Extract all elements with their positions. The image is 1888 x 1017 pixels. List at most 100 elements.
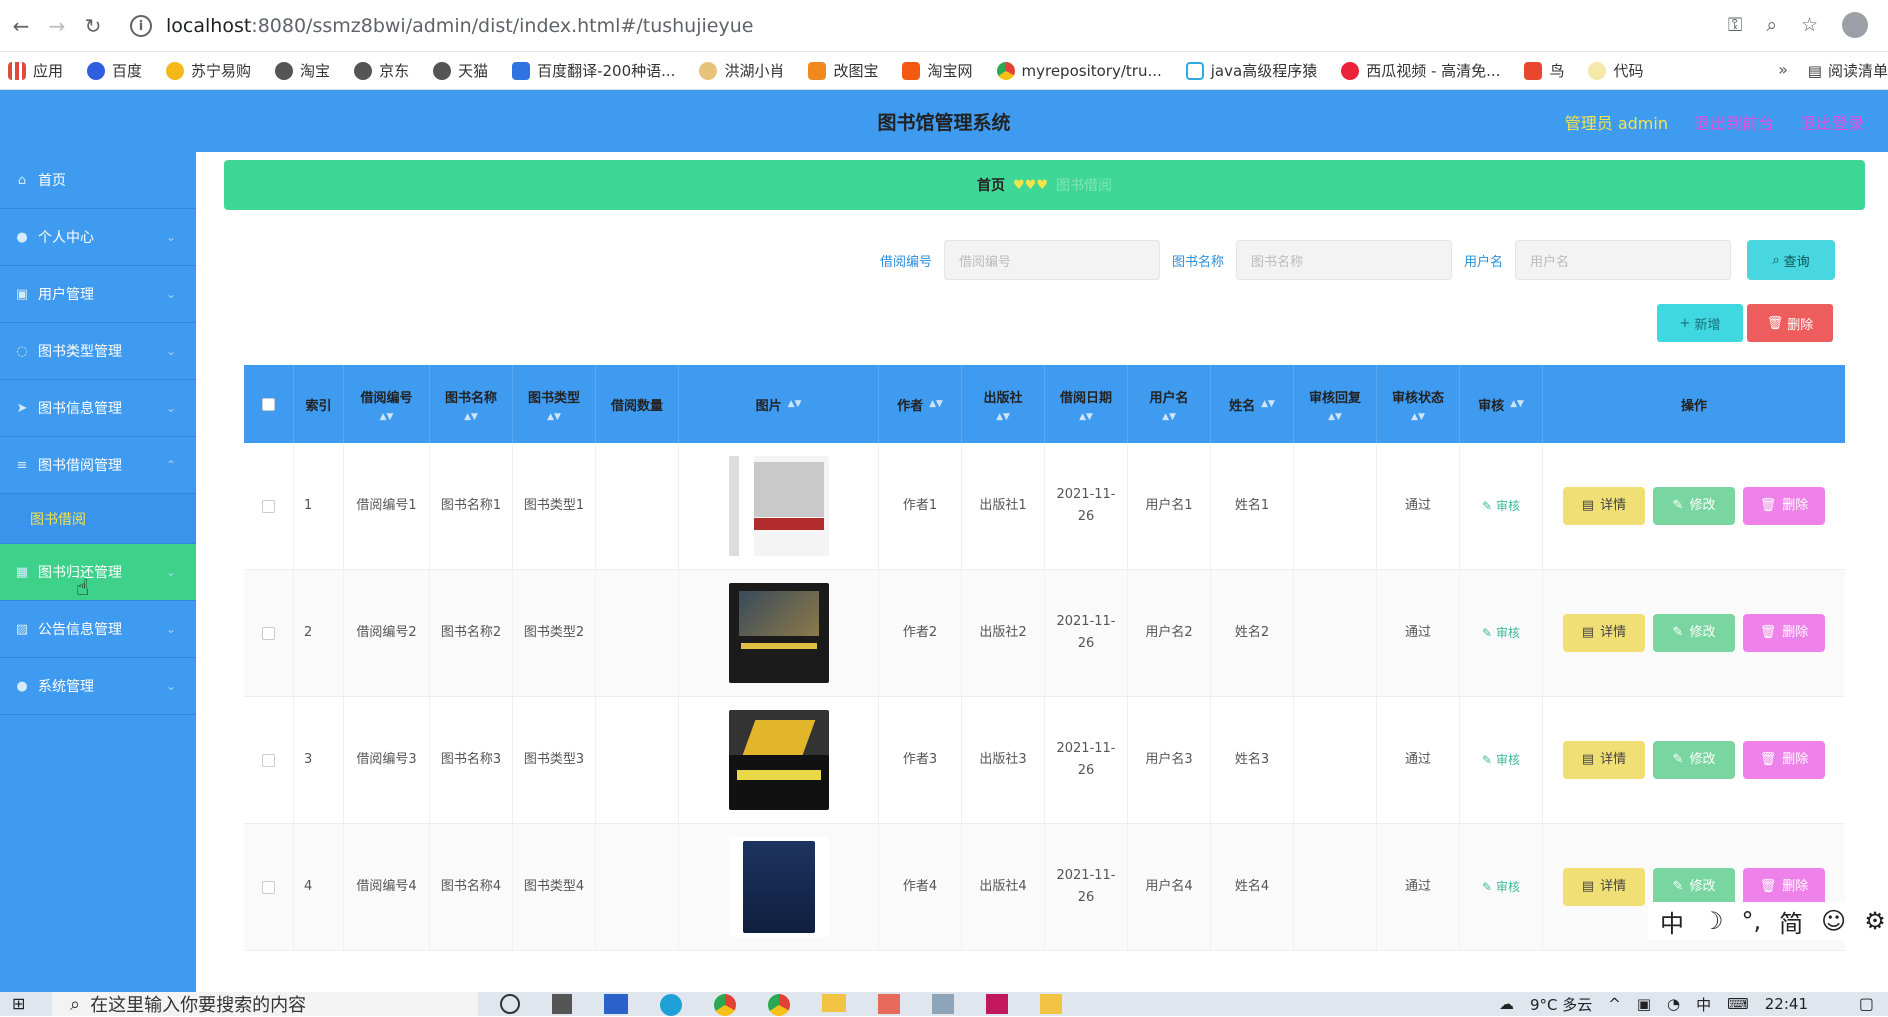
detail-button[interactable]: ▤ 详情 [1563, 741, 1645, 779]
sidebar-item-borrow-mgmt[interactable]: ≡ 图书借阅管理 ⌃ [0, 437, 196, 494]
ime-lang-toggle[interactable]: 中 [1660, 904, 1684, 939]
tray-chevron-icon[interactable]: ^ [1608, 995, 1621, 1013]
add-button[interactable]: + 新增 [1657, 304, 1743, 342]
bookmark-xigua[interactable]: 西瓜视频 - 高清免... [1341, 60, 1500, 81]
audit-link[interactable]: ✎ 审核 [1460, 824, 1543, 950]
address-bar[interactable]: i localhost:8080/ssmz8bwi/admin/dist/ind… [130, 10, 1820, 42]
batch-delete-button[interactable]: 🗑 删除 [1747, 304, 1833, 342]
col-book-type[interactable]: 图书类型 ▲▼ [513, 365, 596, 443]
app-icon-gray[interactable] [932, 994, 954, 1014]
col-borrow-code[interactable]: 借阅编号 ▲▼ [344, 365, 430, 443]
intellij-icon[interactable] [986, 994, 1008, 1014]
col-book-name[interactable]: 图书名称 ▲▼ [430, 365, 513, 443]
reload-icon[interactable]: ↻ [78, 11, 108, 41]
book-cover-image[interactable] [728, 710, 829, 810]
sidebar-item-users[interactable]: ▣ 用户管理 ⌄ [0, 266, 196, 323]
app-icon-blue[interactable] [604, 994, 628, 1014]
bookmark-apps[interactable]: 应用 [8, 60, 63, 81]
col-publisher[interactable]: 出版社 ▲▼ [962, 365, 1045, 443]
emoji-icon[interactable]: ☺ [1821, 907, 1846, 935]
book-name-input[interactable]: 图书名称 [1235, 240, 1452, 280]
sidebar-item-profile[interactable]: ● 个人中心 ⌄ [0, 209, 196, 266]
edge-icon[interactable] [660, 994, 682, 1016]
col-audit[interactable]: 审核 ▲▼ [1460, 365, 1543, 443]
bookmark-taobao[interactable]: 淘宝 [275, 60, 330, 81]
detail-button[interactable]: ▤ 详情 [1563, 614, 1645, 652]
bookmark-daima[interactable]: 代码 [1588, 60, 1644, 81]
app-icon-yellow[interactable] [1040, 994, 1062, 1014]
sidebar-item-book-info[interactable]: ➤ 图书信息管理 ⌄ [0, 380, 196, 437]
col-image[interactable]: 图片 ▲▼ [679, 365, 879, 443]
bookmark-taobaowang[interactable]: 淘宝网 [902, 60, 973, 81]
sidebar-subitem-borrow[interactable]: 图书借阅 [0, 494, 196, 544]
folder-icon[interactable] [822, 994, 846, 1012]
tray-app-icon[interactable]: ▣ [1637, 995, 1651, 1013]
ime-indicator[interactable]: 中 [1696, 994, 1711, 1015]
audit-link[interactable]: ✎ 审核 [1460, 570, 1543, 696]
bookmark-baidu[interactable]: 百度 [87, 60, 142, 81]
row-checkbox[interactable] [244, 697, 294, 823]
sidebar-item-notices[interactable]: ▨ 公告信息管理 ⌄ [0, 601, 196, 658]
row-checkbox[interactable] [244, 824, 294, 950]
taskbar-search[interactable]: ⌕ 在这里输入你要搜索的内容 [52, 992, 478, 1016]
profile-avatar[interactable] [1842, 12, 1868, 38]
sidebar-item-home[interactable]: ⌂ 首页 [0, 152, 196, 209]
punctuation-toggle[interactable]: °, [1742, 907, 1762, 935]
bookmark-repository[interactable]: myrepository/tru... [996, 61, 1162, 80]
book-cover-image[interactable] [728, 583, 829, 683]
book-cover-image[interactable] [728, 837, 829, 937]
username-input[interactable]: 用户名 [1515, 240, 1731, 280]
sidebar-item-system[interactable]: ● 系统管理 ⌄ [0, 658, 196, 715]
breadcrumb-home[interactable]: 首页 [977, 175, 1005, 195]
detail-button[interactable]: ▤ 详情 [1563, 868, 1645, 906]
moon-icon[interactable]: ☽ [1702, 907, 1724, 935]
edit-button[interactable]: ✎ 修改 [1653, 487, 1735, 525]
bookmark-honghu[interactable]: 洪湖小肖 [699, 60, 784, 81]
site-info-icon[interactable]: i [130, 15, 152, 37]
simplified-toggle[interactable]: 简 [1779, 904, 1803, 939]
delete-button[interactable]: 🗑 删除 [1743, 741, 1825, 779]
gear-icon[interactable]: ⚙ [1864, 907, 1886, 935]
bookmark-jd[interactable]: 京东 [354, 60, 409, 81]
bookmarks-more-button[interactable]: » [1778, 60, 1788, 79]
forward-icon[interactable]: → [42, 11, 72, 41]
chrome-icon[interactable] [714, 994, 736, 1016]
select-all-checkbox[interactable] [244, 365, 294, 443]
clock[interactable]: 22:41 [1765, 995, 1808, 1013]
row-checkbox[interactable] [244, 443, 294, 569]
sidebar-item-return-mgmt[interactable]: ▦ 图书归还管理 ⌄ [0, 544, 196, 601]
windows-start-icon[interactable]: ⊞ [12, 994, 25, 1013]
row-checkbox[interactable] [244, 570, 294, 696]
network-icon[interactable]: ◔ [1667, 995, 1680, 1013]
audit-link[interactable]: ✎ 审核 [1460, 697, 1543, 823]
col-borrow-date[interactable]: 借阅日期 ▲▼ [1045, 365, 1128, 443]
delete-button[interactable]: 🗑 删除 [1743, 614, 1825, 652]
detail-button[interactable]: ▤ 详情 [1563, 487, 1645, 525]
sidebar-item-book-types[interactable]: ◌ 图书类型管理 ⌄ [0, 323, 196, 380]
col-author[interactable]: 作者 ▲▼ [879, 365, 962, 443]
app-icon-red[interactable] [878, 994, 900, 1014]
notification-icon[interactable]: ▢ [1859, 994, 1874, 1013]
borrow-code-input[interactable]: 借阅编号 [943, 240, 1160, 280]
edit-button[interactable]: ✎ 修改 [1653, 614, 1735, 652]
bookmark-fanyi[interactable]: 百度翻译-200种语... [512, 60, 675, 81]
logout-link[interactable]: 退出登录 [1800, 110, 1864, 134]
reading-list[interactable]: ▤ 阅读清单 [1808, 60, 1888, 81]
edit-button[interactable]: ✎ 修改 [1653, 868, 1735, 906]
col-reply[interactable]: 审核回复 ▲▼ [1294, 365, 1377, 443]
zoom-icon[interactable]: ⌕ [1766, 14, 1777, 36]
chrome-icon[interactable] [768, 994, 790, 1016]
bookmark-niao[interactable]: 鸟 [1524, 60, 1564, 81]
back-to-front-link[interactable]: 退出到前台 [1694, 110, 1774, 134]
star-icon[interactable]: ☆ [1801, 14, 1818, 36]
col-name[interactable]: 姓名 ▲▼ [1211, 365, 1294, 443]
keyboard-icon[interactable]: ⌨ [1727, 995, 1749, 1013]
back-icon[interactable]: ← [6, 11, 36, 41]
bookmark-suning[interactable]: 苏宁易购 [166, 60, 251, 81]
task-view-icon[interactable] [500, 994, 520, 1014]
widgets-icon[interactable] [552, 994, 572, 1014]
col-status[interactable]: 审核状态 ▲▼ [1377, 365, 1460, 443]
edit-button[interactable]: ✎ 修改 [1653, 741, 1735, 779]
book-cover-image[interactable] [728, 456, 829, 556]
bookmark-gaitubao[interactable]: 改图宝 [808, 60, 878, 81]
